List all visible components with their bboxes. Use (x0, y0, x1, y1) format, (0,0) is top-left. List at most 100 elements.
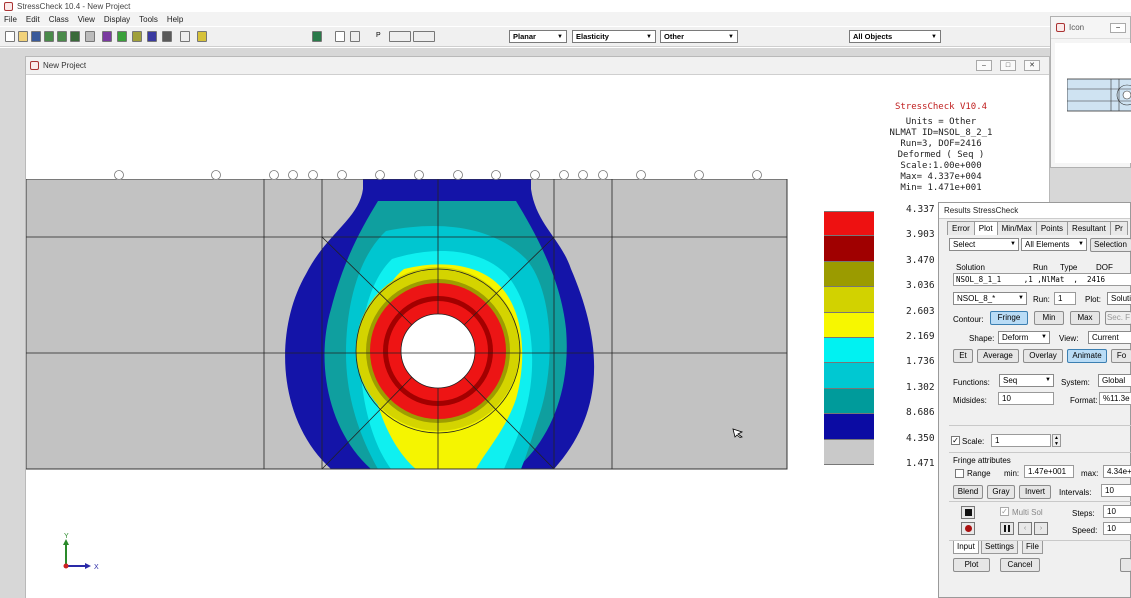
minimize-button[interactable]: – (976, 60, 992, 71)
menu-help[interactable]: Help (167, 15, 183, 24)
tab-error[interactable]: Error (947, 221, 975, 235)
axis-icon[interactable] (350, 31, 360, 42)
sec-fringe-button[interactable]: Sec. F (1105, 311, 1131, 325)
dimension-icon[interactable] (335, 31, 345, 42)
objects-select[interactable]: All Objects ▼ (849, 30, 941, 43)
results-dialog-title: Results StressCheck (939, 203, 1130, 219)
maximize-button[interactable]: □ (1000, 60, 1016, 71)
menu-file[interactable]: File (4, 15, 17, 24)
intervals-label: Intervals: (1059, 488, 1092, 497)
constraints-icon[interactable] (147, 31, 157, 42)
graphics-canvas[interactable]: StressCheck V10.4 Units = Other NLMAT ID… (26, 76, 1049, 598)
tab-settings[interactable]: Settings (981, 541, 1018, 554)
loads-icon[interactable] (132, 31, 142, 42)
chevron-down-icon: ▼ (728, 34, 734, 40)
average-button[interactable]: Average (977, 349, 1019, 363)
project-window-title: New Project (43, 61, 87, 70)
stop-icon[interactable] (961, 506, 975, 519)
export-icon[interactable] (57, 31, 67, 42)
blend-button[interactable]: Blend (953, 485, 983, 499)
cancel-button[interactable]: Cancel (1000, 558, 1040, 572)
menu-display[interactable]: Display (104, 15, 130, 24)
invert-button[interactable]: Invert (1019, 485, 1051, 499)
function-icon[interactable] (180, 31, 190, 42)
info-max: Max= 4.337e+004 (900, 172, 982, 182)
solve-icon[interactable] (162, 31, 172, 42)
print-icon[interactable] (85, 31, 95, 42)
undo-icon[interactable] (70, 31, 80, 42)
mesh-icon[interactable] (117, 31, 127, 42)
material-type-select[interactable]: Elasticity ▼ (572, 30, 656, 43)
max-range-input[interactable]: 4.34e+ (1103, 465, 1131, 478)
range-label: Range (967, 469, 991, 478)
fringe-button[interactable]: Fringe (990, 311, 1028, 325)
import-icon[interactable] (44, 31, 54, 42)
view-mode-icon[interactable] (389, 31, 411, 42)
functions-select[interactable]: Seq ▼ (999, 374, 1054, 387)
speed-input[interactable]: 10 (1103, 522, 1131, 535)
selection-button[interactable]: Selection (1090, 238, 1131, 252)
midsides-input[interactable]: 10 (998, 392, 1054, 405)
steps-label: Steps: (1072, 509, 1095, 518)
menu-edit[interactable]: Edit (26, 15, 40, 24)
y-axis-label: Y (64, 533, 69, 540)
overlay-button[interactable]: Overlay (1023, 349, 1063, 363)
animate-button[interactable]: Animate (1067, 349, 1107, 363)
fo-button[interactable]: Fo (1111, 349, 1131, 363)
save-icon[interactable] (31, 31, 41, 42)
surface-icon[interactable] (312, 31, 322, 42)
system-select[interactable]: Global (1098, 374, 1131, 387)
intervals-input[interactable]: 10 (1101, 484, 1131, 497)
close-button[interactable]: ✕ (1024, 60, 1040, 71)
step-back-icon[interactable]: ‹ (1018, 522, 1032, 535)
shape-select[interactable]: Deform ▼ (998, 331, 1050, 344)
elements-select[interactable]: All Elements ▼ (1021, 238, 1087, 251)
min-button[interactable]: Min (1034, 311, 1064, 325)
help-button[interactable] (1120, 558, 1131, 572)
legend-swatch (824, 261, 874, 288)
record-icon[interactable] (961, 522, 975, 535)
plot-type-select[interactable]: Soluti (1107, 292, 1131, 305)
new-file-icon[interactable] (5, 31, 15, 42)
tab-file[interactable]: File (1022, 541, 1043, 554)
max-button[interactable]: Max (1070, 311, 1100, 325)
gray-button[interactable]: Gray (987, 485, 1015, 499)
chevron-down-icon: ▼ (1045, 377, 1051, 383)
run-col-header: Run (1033, 263, 1048, 272)
range-checkbox[interactable] (955, 469, 964, 478)
menu-tools[interactable]: Tools (139, 15, 158, 24)
lightbulb-icon[interactable] (197, 31, 207, 42)
scale-checkbox[interactable]: ✓ (951, 436, 960, 445)
select-mode-select[interactable]: Select ▼ (949, 238, 1019, 251)
run-input[interactable]: 1 (1054, 292, 1076, 305)
contour-label: Contour: (953, 315, 984, 324)
menu-view[interactable]: View (78, 15, 95, 24)
minimize-button[interactable]: – (1110, 22, 1127, 33)
tab-input[interactable]: Input (953, 541, 979, 554)
model-icon[interactable] (102, 31, 112, 42)
scale-input[interactable]: 1 (991, 434, 1051, 447)
open-folder-icon[interactable] (18, 31, 28, 42)
steps-input[interactable]: 10 (1103, 505, 1131, 518)
min-range-input[interactable]: 1.47e+001 (1024, 465, 1074, 478)
tab-points[interactable]: Points (1035, 221, 1069, 235)
multi-sol-checkbox[interactable]: ✓ (1000, 507, 1009, 516)
solution-select[interactable]: NSOL_8_* ▼ (953, 292, 1027, 305)
tab-plot[interactable]: Plot (973, 221, 998, 235)
pause-icon[interactable] (1000, 522, 1014, 535)
format-input[interactable]: %11.3e (1099, 392, 1131, 405)
render-mode-icon[interactable] (413, 31, 435, 42)
view-select[interactable]: Current (1088, 331, 1131, 344)
solution-list-row[interactable]: NSOL_8_1_1 ,1 ,NlMat , 2416 (953, 273, 1131, 286)
et-button[interactable]: Et (953, 349, 973, 363)
scale-spinner[interactable]: ▲ ▼ (1052, 434, 1061, 447)
tab-resultant[interactable]: Resultant (1067, 221, 1111, 235)
analysis-type-select[interactable]: Planar ▼ (509, 30, 567, 43)
tab-pr[interactable]: Pr (1109, 221, 1128, 235)
units-select[interactable]: Other ▼ (660, 30, 738, 43)
step-forward-icon[interactable]: › (1034, 522, 1048, 535)
menu-class[interactable]: Class (49, 15, 69, 24)
tab-minmax[interactable]: Min/Max (996, 221, 1037, 235)
legend-swatch (824, 439, 874, 465)
plot-button[interactable]: Plot (953, 558, 990, 572)
